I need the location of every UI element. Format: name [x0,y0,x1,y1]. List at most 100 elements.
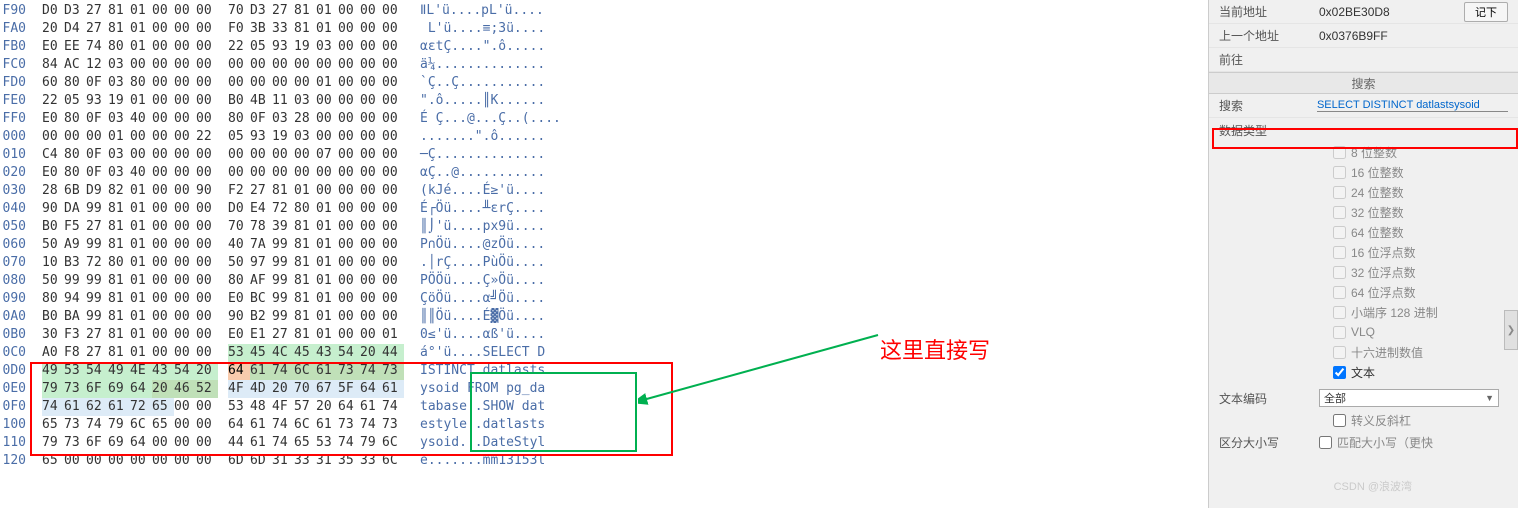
datatype-checkbox[interactable] [1333,226,1346,239]
datatype-checkbox[interactable] [1333,266,1346,279]
datatype-checkbox[interactable] [1333,146,1346,159]
ascii: L'ü....≡;3ü.... [404,20,545,38]
note-button[interactable]: 记下 [1464,2,1508,22]
hex-bytes[interactable]: C4800F03000000000000000007000000 [30,146,404,164]
chevron-down-icon: ▼ [1485,393,1494,403]
datatype-option[interactable]: 64 位整数 [1209,222,1518,242]
offset: FF0 [0,110,30,128]
datatype-option[interactable]: 32 位整数 [1209,202,1518,222]
offset: 060 [0,236,30,254]
hex-row[interactable]: FD060800F03800000000000000001000000`Ç..Ç… [0,74,1208,92]
hex-row[interactable]: 050B0F52781010000007078398101000000║⌡'ü.… [0,218,1208,236]
hex-row[interactable]: 06050A9998101000000407A998101000000P∩Öü.… [0,236,1208,254]
goto-label: 前往 [1219,51,1319,68]
hex-bytes[interactable]: B0F52781010000007078398101000000 [30,218,404,236]
datatype-checkbox[interactable] [1333,246,1346,259]
hex-bytes[interactable]: A0F827810100000053454C4543542044 [30,344,404,362]
ascii: ysoid FROM pg_da [404,380,545,398]
hex-bytes[interactable]: B0BA99810100000090B2998101000000 [30,308,404,326]
datatype-checkbox[interactable] [1333,306,1346,319]
hex-bytes[interactable]: 79736F69642046524F4D2070675F6461 [30,380,404,398]
hex-row[interactable]: 00000000001000000220593190300000000.....… [0,128,1208,146]
datatype-checkbox[interactable] [1333,186,1346,199]
hex-bytes[interactable]: 00000001000000220593190300000000 [30,128,404,146]
hex-row[interactable]: FE02205931901000000B04B110300000000".ô..… [0,92,1208,110]
datatype-option[interactable]: 64 位浮点数 [1209,282,1518,302]
hex-row[interactable]: 0F0746162617265000053484F5720646174tabas… [0,398,1208,416]
datatype-option[interactable]: 小端序 128 进制 [1209,302,1518,322]
hex-bytes[interactable]: D0D327810100000070D3278101000000 [30,2,404,20]
datatype-checkbox[interactable] [1333,166,1346,179]
hex-bytes[interactable]: 65000000000000006D6D31333135336C [30,452,404,470]
search-label: 搜索 [1219,97,1317,114]
hex-row[interactable]: 0A0B0BA99810100000090B2998101000000║║Öü.… [0,308,1208,326]
ascii: estyle..datlasts [404,416,545,434]
hex-bytes[interactable]: 657374796C6500006461746C61737473 [30,416,404,434]
datatype-option[interactable]: 8 位整数 [1209,142,1518,162]
hex-row[interactable]: 100657374796C6500006461746C61737473estyl… [0,416,1208,434]
offset: FB0 [0,38,30,56]
offset: 110 [0,434,30,452]
hex-bytes[interactable]: 50A9998101000000407A998101000000 [30,236,404,254]
datatype-option[interactable]: 十六进制数值 [1209,342,1518,362]
hex-bytes[interactable]: 10B37280010000005097998101000000 [30,254,404,272]
hex-bytes[interactable]: 30F3278101000000E0E1278101000001 [30,326,404,344]
case-checkbox[interactable] [1319,436,1332,449]
ascii: ─Ç.............. [404,146,545,164]
hex-bytes[interactable]: 746162617265000053484F5720646174 [30,398,404,416]
datatype-checkbox[interactable] [1333,286,1346,299]
hex-bytes[interactable]: 509999810100000080AF998101000000 [30,272,404,290]
hex-row[interactable]: 0908094998101000000E0BC998101000000ÇöÖü.… [0,290,1208,308]
watermark: CSDN @浪波湾 [1334,478,1412,494]
offset: 100 [0,416,30,434]
datatype-option[interactable]: 24 位整数 [1209,182,1518,202]
datatype-option[interactable]: VLQ [1209,322,1518,342]
hex-row[interactable]: FF0E0800F0340000000800F032800000000É Ç..… [0,110,1208,128]
hex-editor[interactable]: 这里直接写 F90D0D327810100000070D327810100000… [0,0,1208,508]
hex-bytes[interactable]: 60800F03800000000000000001000000 [30,74,404,92]
encoding-select[interactable]: 全部 ▼ [1319,389,1499,407]
datatype-checkbox[interactable] [1333,366,1346,379]
hex-row[interactable]: F90D0D327810100000070D3278101000000ⅡL'ü.… [0,2,1208,20]
datatype-option[interactable]: 16 位整数 [1209,162,1518,182]
search-input[interactable] [1317,99,1508,112]
hex-row[interactable]: FB0E0EE7480010000002205931903000000αεtÇ.… [0,38,1208,56]
hex-row[interactable]: 080509999810100000080AF998101000000PÖÖü.… [0,272,1208,290]
hex-row[interactable]: 07010B37280010000005097998101000000.│rÇ.… [0,254,1208,272]
datatype-checkbox[interactable] [1333,206,1346,219]
hex-row[interactable]: 0B030F3278101000000E0E12781010000010≤'ü.… [0,326,1208,344]
hex-bytes[interactable]: 8094998101000000E0BC998101000000 [30,290,404,308]
hex-row[interactable]: FA020D4278101000000F03B338101000000 L'ü.… [0,20,1208,38]
hex-bytes[interactable]: 20D4278101000000F03B338101000000 [30,20,404,38]
hex-bytes[interactable]: E0800F0340000000800F032800000000 [30,110,404,128]
hex-row[interactable]: 12065000000000000006D6D31333135336Ce....… [0,452,1208,470]
hex-row[interactable]: 010C4800F03000000000000000007000000─Ç...… [0,146,1208,164]
hex-bytes[interactable]: 286BD98201000090F227810100000000 [30,182,404,200]
hex-bytes[interactable]: E0800F03400000000000000000000000 [30,164,404,182]
hex-bytes[interactable]: 84AC1203000000000000000000000000 [30,56,404,74]
goto-row[interactable]: 前往 [1209,48,1518,72]
datatype-option[interactable]: 32 位浮点数 [1209,262,1518,282]
hex-row[interactable]: 0E079736F69642046524F4D2070675F6461ysoid… [0,380,1208,398]
hex-row[interactable]: 04090DA998101000000D0E4728001000000É┌Öü.… [0,200,1208,218]
hex-row[interactable]: 0C0A0F827810100000053454C4543542044á°'ü.… [0,344,1208,362]
escape-checkbox[interactable] [1333,414,1346,427]
ascii: ä¼.............. [404,56,545,74]
datatype-checkbox[interactable] [1333,326,1346,339]
hex-row[interactable]: 020E0800F03400000000000000000000000αÇ..@… [0,164,1208,182]
expand-tab[interactable]: ❯ [1504,310,1518,350]
escape-backslash-row[interactable]: 转义反斜杠 [1209,410,1518,430]
datatype-option[interactable]: 16 位浮点数 [1209,242,1518,262]
hex-row[interactable]: 11079736F6964000000446174655374796Cysoid… [0,434,1208,452]
hex-row[interactable]: 030286BD98201000090F227810100000000(kJé.… [0,182,1208,200]
datatype-option[interactable]: 文本 [1209,362,1518,382]
hex-bytes[interactable]: 495354494E4354206461746C61737473 [30,362,404,380]
hex-bytes[interactable]: 79736F6964000000446174655374796C [30,434,404,452]
hex-bytes[interactable]: 90DA998101000000D0E4728001000000 [30,200,404,218]
hex-row[interactable]: 0D0495354494E4354206461746C61737473ISTIN… [0,362,1208,380]
datatype-checkbox[interactable] [1333,346,1346,359]
hex-bytes[interactable]: E0EE7480010000002205931903000000 [30,38,404,56]
hex-bytes[interactable]: 2205931901000000B04B110300000000 [30,92,404,110]
hex-row[interactable]: FC084AC1203000000000000000000000000ä¼...… [0,56,1208,74]
ascii: .│rÇ....PùÖü.... [404,254,545,272]
